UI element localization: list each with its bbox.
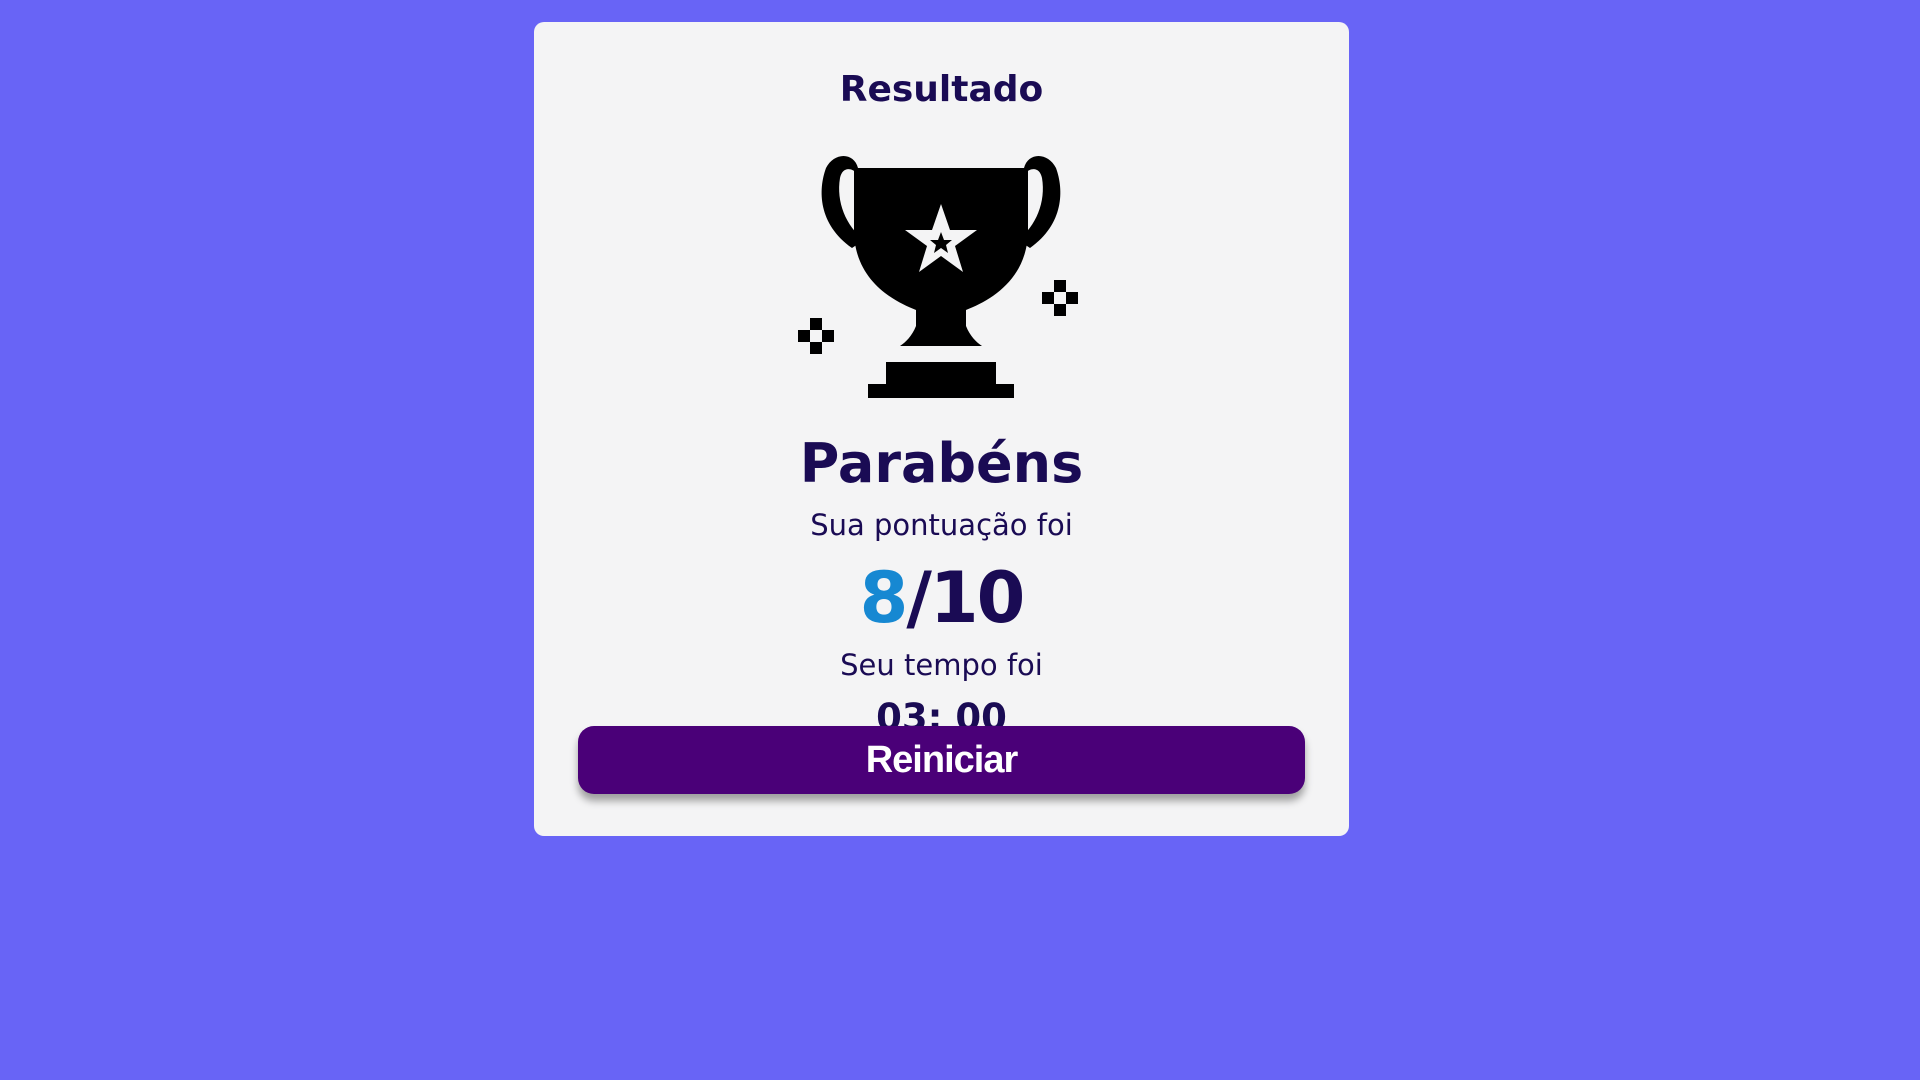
result-card: Resultado Parabéns Sua pontuação foi 8/1…	[534, 22, 1349, 836]
score-display: 8/10	[534, 556, 1349, 640]
trophy-star-icon	[798, 156, 1078, 398]
restart-button[interactable]: Reiniciar	[578, 726, 1305, 794]
score-label: Sua pontuação foi	[810, 508, 1073, 542]
score-total: /10	[906, 557, 1025, 639]
congratulations-heading: Parabéns	[799, 432, 1084, 495]
score-value: 8	[859, 557, 909, 639]
card-title: Resultado	[839, 69, 1044, 110]
time-label: Seu tempo foi	[840, 648, 1043, 682]
